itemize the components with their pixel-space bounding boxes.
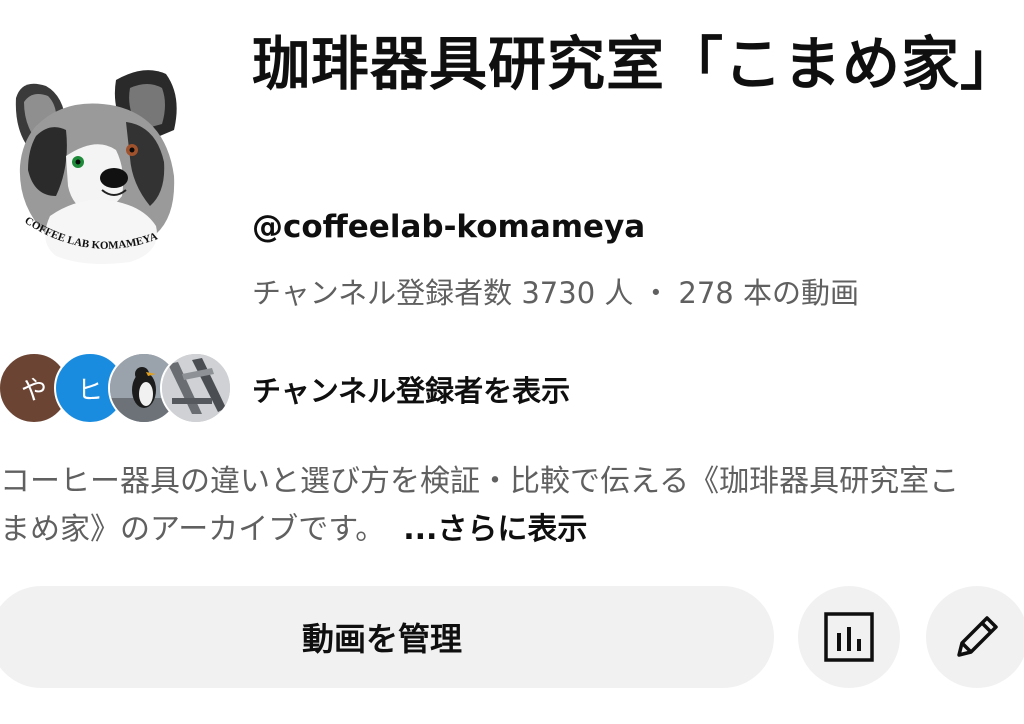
avatar-letter: や	[20, 375, 47, 406]
description-line-2: まめ家》のアーカイブです。	[0, 512, 386, 547]
channel-stats: チャンネル登録者数 3730 人・ 278 本の動画	[252, 270, 859, 312]
channel-handle: @coffeelab-komameya	[252, 209, 646, 245]
stats-separator: ・	[641, 276, 671, 310]
channel-description[interactable]: コーヒー器具の違いと選び方を検証・比較で伝える《珈琲器具研究室こ まめ家》のアー…	[0, 458, 1024, 554]
analytics-icon	[824, 612, 874, 662]
show-more-link[interactable]: ...さらに表示	[403, 512, 587, 547]
manage-videos-button[interactable]: 動画を管理	[0, 586, 774, 688]
grayscale-photo	[162, 354, 230, 422]
description-line-1: コーヒー器具の違いと選び方を検証・比較で伝える《珈琲器具研究室こ	[0, 464, 960, 499]
pencil-icon	[957, 616, 998, 657]
view-subscribers-row[interactable]: や ヒ チャンネル登録者を表示	[0, 352, 700, 424]
subscriber-avatar-photo	[160, 352, 232, 424]
dog-logo-image: COFFEE LAB KOMAMEYA	[6, 66, 186, 276]
video-count: 278 本の動画	[678, 276, 859, 310]
edit-button[interactable]	[926, 586, 1024, 688]
channel-title: 珈琲器具研究室「こまめ家」	[252, 30, 1020, 98]
avatar-letter: ヒ	[76, 375, 103, 406]
channel-avatar[interactable]: COFFEE LAB KOMAMEYA	[6, 66, 186, 276]
view-subscribers-label: チャンネル登録者を表示	[252, 374, 571, 408]
subscriber-count: チャンネル登録者数 3730 人	[252, 276, 634, 310]
analytics-button[interactable]	[798, 586, 900, 688]
